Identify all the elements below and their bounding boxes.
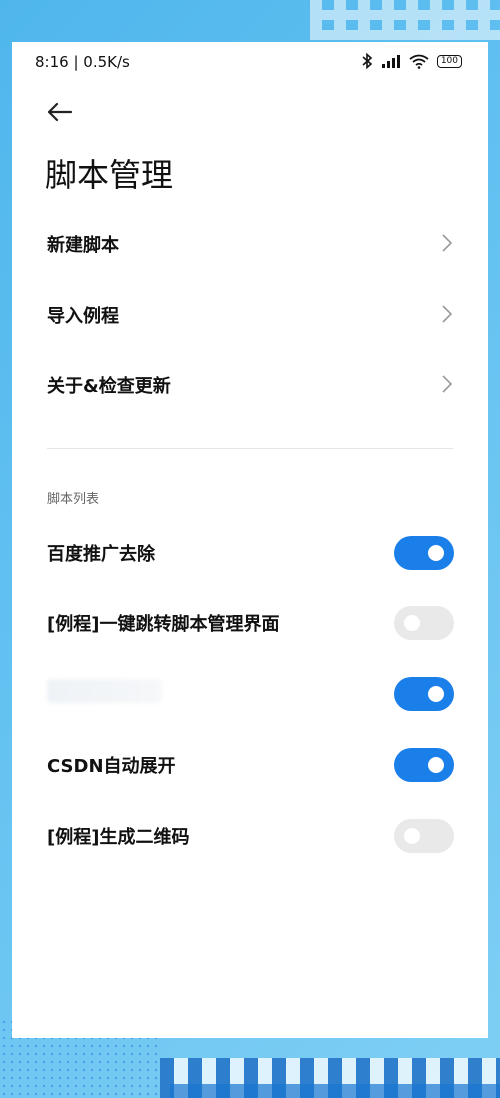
script-toggle[interactable] bbox=[394, 606, 454, 640]
script-row[interactable]: [例程]生成二维码 bbox=[12, 801, 488, 871]
menu-item-new-script[interactable]: 新建脚本 bbox=[12, 209, 488, 279]
script-row[interactable] bbox=[12, 659, 488, 729]
menu-item-label: 新建脚本 bbox=[47, 235, 119, 256]
status-bar: 8:16 | 0.5K/s 100 bbox=[12, 42, 488, 82]
script-row[interactable]: CSDN自动展开 bbox=[12, 730, 488, 800]
script-toggle[interactable] bbox=[394, 536, 454, 570]
script-name: [例程]一键跳转脚本管理界面 bbox=[47, 614, 280, 635]
status-time: 8:16 | 0.5K/s bbox=[35, 53, 130, 71]
background-decoration-top bbox=[310, 0, 500, 40]
signal-icon bbox=[381, 55, 400, 68]
section-label: 脚本列表 bbox=[47, 492, 100, 507]
page-title: 脚本管理 bbox=[45, 156, 174, 194]
chevron-right-icon bbox=[442, 234, 453, 252]
script-name: [例程]生成二维码 bbox=[47, 827, 190, 848]
menu-item-label: 关于&检查更新 bbox=[47, 376, 171, 397]
script-name: CSDN自动展开 bbox=[47, 756, 176, 777]
script-toggle[interactable] bbox=[394, 677, 454, 711]
chevron-right-icon bbox=[442, 305, 453, 323]
bluetooth-icon bbox=[362, 52, 373, 70]
battery-icon: 100 bbox=[436, 54, 462, 68]
script-row[interactable]: [例程]一键跳转脚本管理界面 bbox=[12, 588, 488, 658]
chevron-right-icon bbox=[442, 375, 453, 393]
wifi-icon bbox=[409, 54, 429, 69]
toggle-knob bbox=[428, 757, 444, 773]
script-name: 百度推广去除 bbox=[47, 544, 155, 565]
toggle-knob bbox=[404, 828, 420, 844]
divider bbox=[47, 448, 453, 449]
toggle-knob bbox=[404, 615, 420, 631]
toggle-knob bbox=[428, 686, 444, 702]
background-decoration-bar bbox=[170, 1084, 500, 1098]
script-toggle[interactable] bbox=[394, 819, 454, 853]
menu-item-about-update[interactable]: 关于&检查更新 bbox=[12, 350, 488, 420]
script-name-redacted bbox=[47, 679, 162, 703]
arrow-left-icon[interactable] bbox=[44, 96, 76, 128]
app-screen: 8:16 | 0.5K/s 100 脚本管理 新建脚本 导入例程 关于&检查更新… bbox=[12, 42, 488, 1038]
menu-item-label: 导入例程 bbox=[47, 306, 119, 327]
menu-item-import-examples[interactable]: 导入例程 bbox=[12, 280, 488, 350]
toggle-knob bbox=[428, 545, 444, 561]
script-row[interactable]: 百度推广去除 bbox=[12, 518, 488, 588]
status-icons: 100 bbox=[361, 52, 462, 70]
script-toggle[interactable] bbox=[394, 748, 454, 782]
